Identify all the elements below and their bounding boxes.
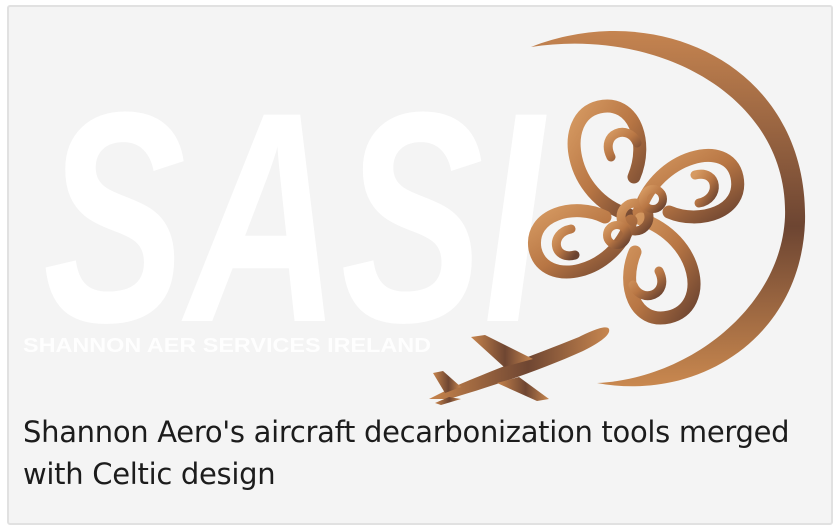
article-caption[interactable]: Shannon Aero's aircraft decarbonization … bbox=[23, 411, 813, 495]
article-card[interactable]: SASI SHANNON AER SERVICES IRELAND Shanno… bbox=[7, 5, 833, 525]
sasi-logo: SASI SHANNON AER SERVICES IRELAND bbox=[23, 31, 806, 405]
logo-tagline: SHANNON AER SERVICES IRELAND bbox=[23, 335, 431, 357]
celtic-knot-icon bbox=[528, 99, 745, 325]
